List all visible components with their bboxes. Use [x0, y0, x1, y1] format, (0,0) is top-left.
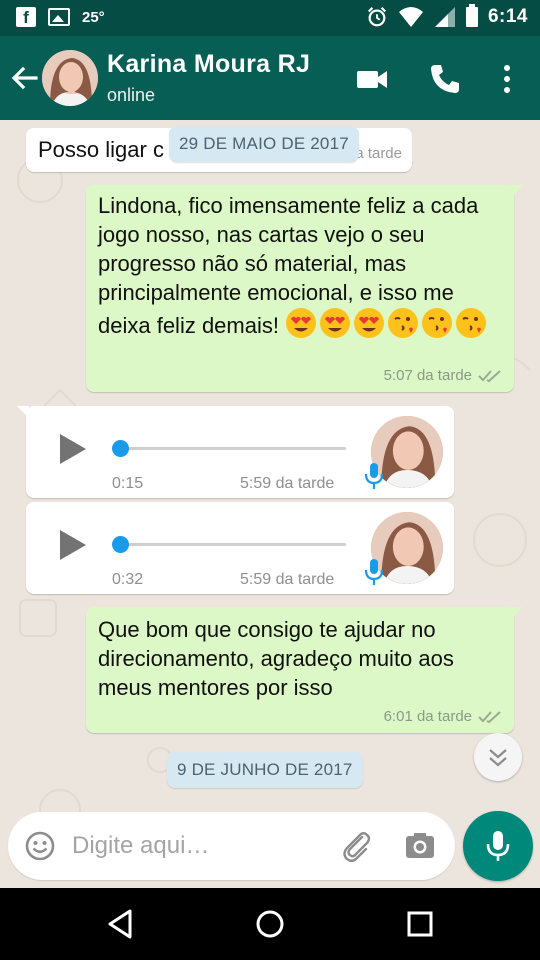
signal-icon [434, 7, 455, 27]
voice-progress-knob[interactable] [112, 440, 129, 457]
play-icon[interactable] [56, 432, 88, 466]
emoji-icon[interactable] [24, 830, 56, 862]
chat-header: Karina Moura RJ online [0, 36, 540, 120]
more-vert-icon[interactable] [496, 62, 518, 96]
message-outgoing[interactable]: Lindona, fico imensamente feliz a cada j… [86, 185, 523, 392]
message-composer [8, 812, 455, 880]
kiss-emoji [388, 308, 419, 338]
message-time: 6:01 da tarde [383, 708, 472, 725]
microphone-icon [486, 831, 510, 861]
nav-home-icon[interactable] [252, 906, 288, 942]
message-input[interactable] [72, 830, 312, 862]
message-outgoing[interactable]: Que bom que consigo te ajudar no direcio… [86, 607, 523, 733]
nav-back-icon[interactable] [102, 906, 138, 942]
voice-message[interactable]: 0:15 5:59 da tarde [17, 406, 454, 498]
voice-progress-track[interactable] [114, 447, 346, 450]
microphone-icon [364, 559, 384, 585]
status-bar: f 25° 6:14 [0, 0, 540, 36]
heart-eyes-emoji [286, 308, 317, 338]
alarm-icon [367, 7, 386, 27]
voice-progress-knob[interactable] [112, 536, 129, 553]
scroll-to-bottom-button[interactable] [474, 733, 522, 781]
heart-eyes-emoji [320, 308, 351, 338]
camera-icon[interactable] [404, 830, 436, 862]
message-time: 5:07 da tarde [383, 367, 472, 384]
message-text: Posso ligar c [38, 137, 164, 162]
phone-icon[interactable] [428, 62, 462, 96]
back-arrow-icon[interactable] [8, 60, 42, 96]
attach-icon[interactable] [338, 828, 374, 864]
facebook-icon: f [16, 7, 36, 27]
kiss-emoji [422, 308, 453, 338]
double-check-icon [478, 710, 501, 723]
message-text: Que bom que consigo te ajudar no direcio… [98, 617, 454, 700]
kiss-emoji [456, 308, 487, 338]
image-icon [48, 8, 70, 26]
microphone-icon [364, 463, 384, 489]
system-nav-bar [0, 888, 540, 960]
heart-eyes-emoji [354, 308, 385, 338]
contact-avatar[interactable] [42, 50, 98, 106]
chevron-down-icon [489, 749, 507, 767]
voice-record-button[interactable] [463, 811, 533, 881]
play-icon[interactable] [56, 528, 88, 562]
voice-progress-track[interactable] [114, 543, 346, 546]
battery-icon [465, 4, 478, 27]
voice-duration: 0:15 [112, 475, 144, 492]
contact-name[interactable]: Karina Moura RJ [107, 50, 310, 79]
contact-status: online [107, 85, 156, 105]
voice-message[interactable]: 0:32 5:59 da tarde [26, 502, 454, 594]
status-time: 6:14 [487, 6, 528, 27]
double-check-icon [478, 369, 501, 382]
chat-area[interactable]: Posso ligar c da tarde 29 DE MAIO DE 201… [0, 120, 540, 888]
nav-recents-icon[interactable] [402, 906, 438, 942]
avatar-photo [42, 50, 98, 106]
message-time: 5:59 da tarde [240, 571, 335, 588]
message-time: 5:59 da tarde [240, 475, 335, 492]
status-temperature: 25° [82, 8, 105, 26]
voice-duration: 0:32 [112, 571, 144, 588]
wifi-icon [398, 7, 423, 27]
video-call-icon[interactable] [355, 62, 389, 96]
date-divider: 9 DE JUNHO DE 2017 [167, 752, 363, 788]
date-divider: 29 DE MAIO DE 2017 [169, 126, 359, 162]
